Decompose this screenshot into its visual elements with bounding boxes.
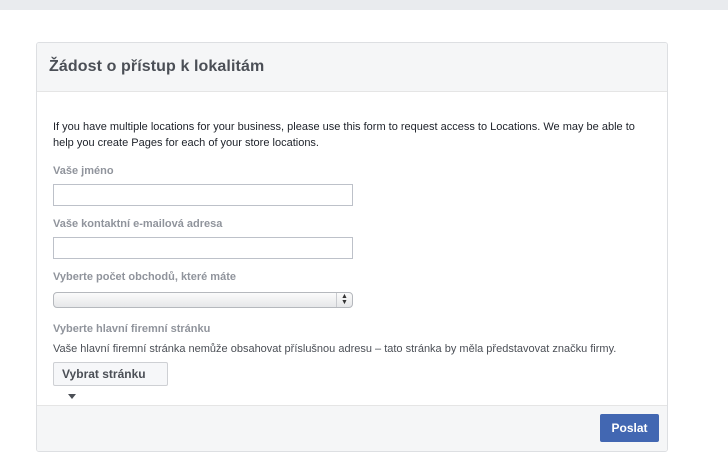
main-page-help: Vaše hlavní firemní stránka nemůže obsah… xyxy=(53,343,617,355)
select-page-label: Vybrat stránku xyxy=(62,367,146,381)
access-request-form: Žádost o přístup k lokalitám If you have… xyxy=(36,42,668,452)
email-label: Vaše kontaktní e-mailová adresa xyxy=(53,218,223,230)
form-title: Žádost o přístup k lokalitám xyxy=(49,58,265,75)
select-page-button[interactable]: Vybrat stránku xyxy=(53,362,168,399)
intro-text: If you have multiple locations for your … xyxy=(53,121,635,149)
email-field[interactable] xyxy=(53,237,353,259)
form-header: Žádost o přístup k lokalitám xyxy=(37,43,667,92)
main-page-label: Vyberte hlavní firemní stránku xyxy=(53,323,211,335)
caret-down-icon xyxy=(68,394,76,399)
form-footer: Poslat xyxy=(37,405,667,451)
select-arrows-icon: ▲ ▼ xyxy=(336,293,352,307)
name-field[interactable] xyxy=(53,184,353,206)
submit-button[interactable]: Poslat xyxy=(600,414,659,442)
stores-count-label: Vyberte počet obchodů, které máte xyxy=(53,271,236,283)
top-bar xyxy=(0,0,728,10)
name-label: Vaše jméno xyxy=(53,165,114,177)
form-body: If you have multiple locations for your … xyxy=(37,92,667,407)
stores-count-select[interactable]: ▲ ▼ xyxy=(53,292,353,308)
